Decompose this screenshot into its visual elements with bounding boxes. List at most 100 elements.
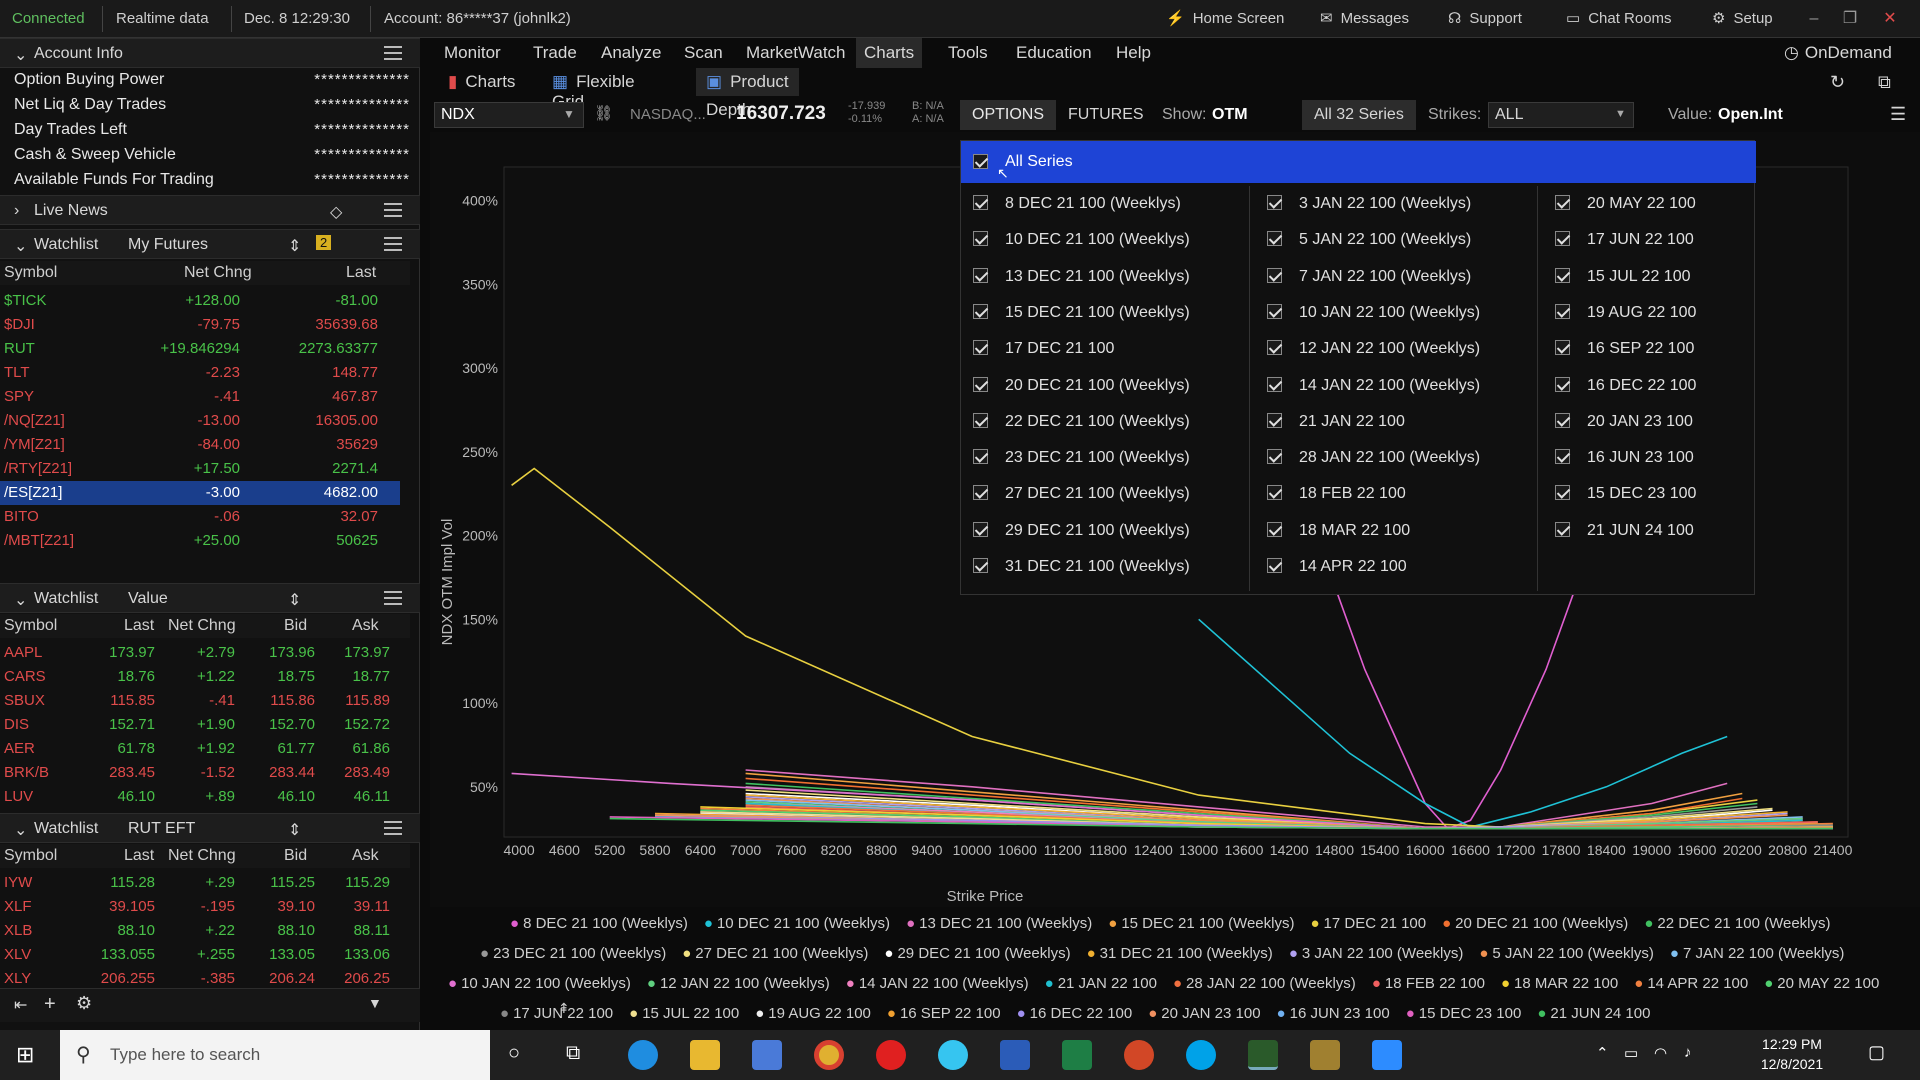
bid-cell[interactable]: 283.44 [269,764,315,781]
table-row[interactable]: /MBT[Z21] +25.00 50625 [0,529,400,553]
legend-item[interactable]: ● 18 FEB 22 100 [1372,975,1485,992]
series-checkbox[interactable] [973,231,988,247]
series-checkbox[interactable] [1267,558,1282,573]
legend-item[interactable]: ● 5 JAN 22 100 (Weeklys) [1479,945,1654,962]
legend-item[interactable]: ● 16 JUN 23 100 [1277,1005,1390,1022]
watchlist-selector[interactable]: RUT EFT [128,820,195,838]
series-checkbox[interactable] [1267,521,1282,537]
menu-icon[interactable] [384,46,402,60]
ask-cell[interactable]: 115.29 [345,874,390,891]
series-option[interactable]: 21 JAN 22 100 [1267,411,1537,435]
collapse-chevron-icon[interactable]: ⌄ [14,236,27,256]
table-row[interactable]: DIS 152.71 +1.90 152.70 152.72 [0,713,400,737]
legend-item[interactable]: ● 27 DEC 21 100 (Weeklys) [682,945,868,962]
symbol-input[interactable]: NDX ▼ [434,102,584,128]
symbol-cell[interactable]: SBUX [4,692,45,709]
zoom-icon[interactable] [1372,1040,1402,1070]
account-selector[interactable]: Account: 86*****37 (johnlk2) [384,0,571,38]
series-option[interactable]: 14 JAN 22 100 (Weeklys) [1267,375,1537,399]
series-option[interactable]: 15 DEC 21 100 (Weeklys) [973,302,1243,326]
table-row[interactable]: RUT +19.846294 2273.63377 [0,337,400,361]
table-row[interactable]: /YM[Z21] -84.00 35629 [0,433,400,457]
sort-arrows-icon[interactable]: ⇕ [288,236,301,256]
legend-item[interactable]: ● 12 JAN 22 100 (Weeklys) [647,975,830,992]
symbol-cell[interactable]: BITO [4,508,39,525]
table-row[interactable]: XLV 133.055 +.255 133.05 133.06 [0,943,400,967]
account-info-header[interactable]: ⌄ Account Info [0,38,420,68]
table-row[interactable]: SPY -.41 467.87 [0,385,400,409]
symbol-cell[interactable]: IYW [4,874,32,891]
symbol-cell[interactable]: /ES[Z21] [4,484,62,501]
symbol-cell[interactable]: /YM[Z21] [4,436,65,453]
series-checkbox[interactable] [973,195,988,210]
legend-item[interactable]: ● 29 DEC 21 100 (Weeklys) [884,945,1070,962]
series-checkbox[interactable] [1267,449,1282,465]
menu-charts[interactable]: Charts [856,38,923,68]
tag-icon[interactable]: ◇ [330,202,342,222]
word-icon[interactable] [1000,1040,1030,1070]
table-row[interactable]: /NQ[Z21] -13.00 16305.00 [0,409,400,433]
collapse-legend-icon[interactable]: ⇞ [558,1000,570,1017]
menu-education[interactable]: Education [1016,43,1092,63]
legend-item[interactable]: ● 7 JAN 22 100 (Weeklys) [1670,945,1845,962]
symbol-cell[interactable]: SPY [4,388,34,405]
series-checkbox[interactable] [1555,449,1570,465]
series-option[interactable]: 31 DEC 21 100 (Weeklys) [973,556,1243,580]
bid-cell[interactable]: 88.10 [277,922,315,939]
tab-charts[interactable]: ▮ Charts [448,72,515,92]
legend-item[interactable]: ● 20 DEC 21 100 (Weeklys) [1442,915,1628,932]
symbol-cell[interactable]: DIS [4,716,29,733]
bid-cell[interactable]: 46.10 [277,788,315,805]
menu-icon[interactable] [384,237,402,251]
series-checkbox[interactable] [1267,376,1282,392]
series-option[interactable]: 18 MAR 22 100 [1267,520,1537,544]
support-button[interactable]: ☊ Support [1448,0,1522,38]
edge-icon[interactable] [628,1040,658,1070]
table-row[interactable]: /RTY[Z21] +17.50 2271.4 [0,457,400,481]
series-option[interactable]: 17 DEC 21 100 [973,338,1243,362]
legend-item[interactable]: ● 3 JAN 22 100 (Weeklys) [1289,945,1464,962]
dropdown-arrow-icon[interactable]: ▼ [563,107,575,121]
series-option[interactable]: 3 JAN 22 100 (Weeklys) [1267,193,1537,217]
ask-cell[interactable]: 152.72 [344,716,390,733]
collapse-all-icon[interactable]: ⇤ [14,995,27,1015]
detach-window-icon[interactable]: ⧉ [1878,72,1891,93]
symbol-cell[interactable]: XLF [4,898,32,915]
series-checkbox[interactable] [1555,376,1570,392]
file-explorer-icon[interactable] [690,1040,720,1070]
cortana-icon[interactable]: ○ [508,1042,520,1065]
bid-cell[interactable]: 152.70 [269,716,315,733]
series-option[interactable]: 20 DEC 21 100 (Weeklys) [973,375,1243,399]
series-selector[interactable]: All 32 Series [1302,100,1416,130]
chrome-icon[interactable] [814,1040,844,1070]
table-row[interactable]: AAPL 173.97 +2.79 173.96 173.97 [0,641,400,665]
wifi-icon[interactable]: ◠ [1654,1044,1667,1062]
legend-item[interactable]: ● 18 MAR 22 100 [1501,975,1618,992]
ondemand-button[interactable]: ◷ OnDemand [1784,43,1892,63]
battery-icon[interactable]: ▭ [1624,1044,1638,1062]
legend-item[interactable]: ● 19 AUG 22 100 [755,1005,871,1022]
options-button[interactable]: OPTIONS [960,100,1057,130]
table-row[interactable]: XLB 88.10 +.22 88.10 88.11 [0,919,400,943]
table-row[interactable]: TLT -2.23 148.77 [0,361,400,385]
series-option[interactable]: 5 JAN 22 100 (Weeklys) [1267,229,1537,253]
series-checkbox[interactable] [1267,231,1282,247]
symbol-cell[interactable]: XLB [4,922,32,939]
series-checkbox[interactable] [1267,485,1282,501]
value-selector[interactable]: Open.Int [1718,106,1783,124]
store-icon[interactable] [752,1040,782,1070]
volume-icon[interactable]: ♪ [1684,1044,1692,1061]
link-badge[interactable]: 2 [316,235,332,250]
series-checkbox[interactable] [973,340,988,356]
symbol-cell[interactable]: XLY [4,970,31,987]
series-option[interactable]: 10 DEC 21 100 (Weeklys) [973,229,1243,253]
live-news-header[interactable]: › Live News ◇ [0,195,420,225]
symbol-cell[interactable]: /MBT[Z21] [4,532,74,549]
legend-item[interactable]: ● 14 JAN 22 100 (Weeklys) [846,975,1029,992]
series-checkbox[interactable] [1555,412,1570,428]
menu-tools[interactable]: Tools [948,43,988,63]
series-option[interactable]: 17 JUN 22 100 [1555,229,1825,253]
collapse-chevron-icon[interactable]: ⌄ [14,820,27,840]
tab-product-depth[interactable]: ▣ Product Depth [696,68,799,119]
taskbar-time[interactable]: 12:29 PM [1752,1036,1832,1052]
